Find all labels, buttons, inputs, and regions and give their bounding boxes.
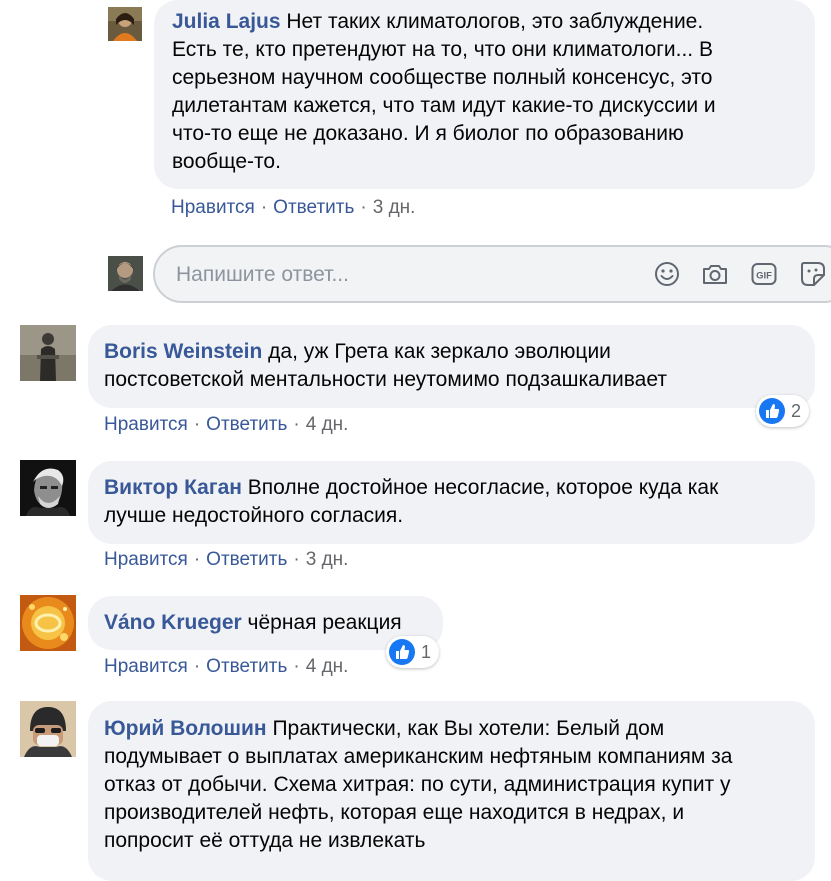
- comment-line: Нет таких климатологов, это заблуждение.: [286, 10, 704, 33]
- comment-line: чёрная реакция: [247, 611, 402, 634]
- comment-bubble: Boris Weinstein да, уж Грета как зеркало…: [88, 325, 815, 408]
- avatar-yuri-voloshin[interactable]: [20, 701, 76, 757]
- comment-author[interactable]: Váno Krueger: [104, 611, 242, 634]
- separator: ·: [260, 197, 268, 218]
- comment-time[interactable]: 3 дн.: [306, 549, 349, 570]
- reply-link[interactable]: Ответить: [206, 656, 287, 677]
- comment-line: да, уж Грета как зеркало эволюции: [268, 340, 611, 363]
- separator: ·: [293, 549, 300, 570]
- reaction-summary[interactable]: 2: [756, 395, 810, 427]
- comment-line: подумывает о выплатах американским нефтя…: [104, 745, 733, 768]
- comment-line: Практически, как Вы хотели: Белый дом: [272, 717, 665, 740]
- reply-link[interactable]: Ответить: [206, 549, 287, 570]
- reply-input[interactable]: Напишите ответ...: [176, 262, 349, 288]
- comment-line: постсоветской ментальности неутомимо под…: [104, 368, 667, 391]
- comment-author[interactable]: Julia Lajus: [172, 10, 281, 33]
- comment-time[interactable]: 3 дн.: [373, 197, 416, 218]
- separator: ·: [293, 414, 300, 435]
- comment-line: серьезном научном сообществе полный конс…: [172, 66, 713, 89]
- avatar-julia-lajus[interactable]: [108, 7, 142, 41]
- current-user-avatar: [108, 256, 143, 291]
- svg-text:GIF: GIF: [756, 271, 772, 282]
- reaction-count: 1: [421, 642, 432, 662]
- reaction-summary[interactable]: 1: [386, 636, 440, 668]
- emoji-icon[interactable]: [652, 259, 682, 289]
- avatar-viktor-kagan[interactable]: [20, 460, 76, 516]
- separator: ·: [193, 656, 201, 677]
- comment-bubble: Julia Lajus Нет таких климатологов, это …: [154, 0, 815, 189]
- comment-author[interactable]: Boris Weinstein: [104, 340, 262, 363]
- reply-link[interactable]: Ответить: [273, 197, 354, 218]
- comment-line: Вполне достойное несогласие, которое куд…: [247, 476, 719, 499]
- like-reaction-icon: [759, 398, 785, 425]
- avatar-boris-weinstein[interactable]: [20, 325, 76, 381]
- reaction-count: 2: [791, 401, 802, 421]
- comment-time[interactable]: 4 дн.: [306, 414, 349, 435]
- comment-text: Boris Weinstein да, уж Грета как зеркало…: [104, 338, 799, 394]
- comment-author[interactable]: Виктор Каган: [104, 476, 242, 499]
- comment-line: Есть те, кто претендуют на то, что они к…: [172, 38, 713, 61]
- like-link[interactable]: Нравится: [104, 549, 188, 570]
- comment-text: Julia Lajus Нет таких климатологов, это …: [172, 8, 797, 176]
- comment-time[interactable]: 4 дн.: [306, 656, 349, 677]
- reply-link[interactable]: Ответить: [206, 414, 287, 435]
- like-reaction-icon: [389, 639, 415, 666]
- comment-actions: Нравится · Ответить · 3 дн.: [171, 196, 415, 220]
- separator: ·: [193, 414, 201, 435]
- sticker-icon[interactable]: [798, 259, 828, 289]
- comment-actions: Нравится · Ответить · 4 дн.: [104, 655, 348, 679]
- comment-line: дилетантам кажется, что там идут какие-т…: [172, 94, 716, 117]
- gif-icon[interactable]: GIF: [749, 259, 779, 289]
- separator: ·: [193, 549, 201, 570]
- comment-text: Váno Krueger чёрная реакция: [104, 609, 427, 637]
- comment-bubble: Виктор Каган Вполне достойное несогласие…: [88, 461, 815, 544]
- comment-line: вообще-то.: [172, 150, 281, 173]
- comment-line: лучше недостойного согласия.: [104, 504, 404, 527]
- comment-line: что-то еще не доказано. И я биолог по об…: [172, 122, 684, 145]
- comment-line: производителей нефть, которая еще находи…: [104, 801, 685, 824]
- comment-line: отказ от добычи. Схема хитрая: по сути, …: [104, 773, 731, 796]
- like-link[interactable]: Нравится: [104, 414, 188, 435]
- separator: ·: [293, 656, 300, 677]
- comment-line: попросит её оттуда не извлекать: [104, 829, 426, 852]
- comment-actions: Нравится · Ответить · 4 дн.: [104, 413, 348, 437]
- like-link[interactable]: Нравится: [104, 656, 188, 677]
- like-link[interactable]: Нравится: [171, 197, 255, 218]
- comment-actions: Нравится · Ответить · 3 дн.: [104, 548, 348, 572]
- comment-author[interactable]: Юрий Волошин: [104, 717, 267, 740]
- comment-bubble: Юрий Волошин Практически, как Вы хотели:…: [88, 701, 815, 881]
- camera-icon[interactable]: [700, 259, 730, 289]
- avatar-vano-krueger[interactable]: [20, 595, 76, 651]
- comment-text: Виктор Каган Вполне достойное несогласие…: [104, 474, 799, 530]
- comment-text: Юрий Волошин Практически, как Вы хотели:…: [104, 715, 799, 855]
- separator: ·: [360, 197, 367, 218]
